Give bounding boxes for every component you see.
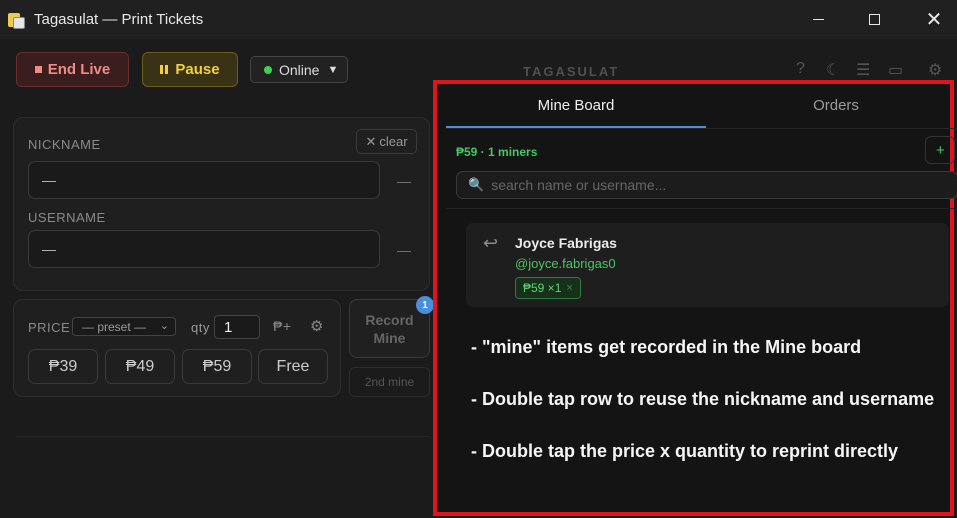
second-mine-button[interactable]: 2nd mine — [349, 367, 430, 397]
miner-name: Joyce Fabrigas — [515, 235, 617, 251]
price-qty-chip[interactable]: ₱59 ×1 × — [515, 277, 581, 299]
mine-board-panel: Mine Board Orders ₱59 · 1 miners + 🔍 sea… — [433, 80, 957, 516]
end-live-label: End Live — [47, 61, 111, 78]
miner-username: @joyce.fabrigas0 — [515, 256, 616, 271]
nickname-input[interactable]: — — [28, 161, 380, 199]
record-label-2: Mine — [373, 329, 406, 346]
list-divider — [446, 208, 957, 209]
qty-value: 1 — [224, 318, 233, 336]
tab-mine-board[interactable]: Mine Board — [446, 84, 706, 126]
clear-button[interactable]: ✕ clear — [356, 129, 417, 154]
search-placeholder: search name or username... — [491, 177, 667, 193]
chip-remove-icon[interactable]: × — [566, 282, 572, 294]
settings-icon[interactable]: ⚙ — [928, 60, 942, 80]
list-item[interactable]: ↩ Joyce Fabrigas @joyce.fabrigas0 ₱59 ×1… — [466, 223, 949, 307]
moon-icon[interactable]: ☾ — [826, 60, 840, 80]
qty-label: qty — [191, 320, 210, 335]
clear-label: clear — [379, 134, 408, 149]
minimize-icon — [812, 19, 824, 20]
status-label: Online — [279, 61, 320, 78]
username-label: USERNAME — [28, 210, 106, 225]
status-dropdown[interactable]: Online ▼ — [250, 56, 348, 83]
gear-icon[interactable]: ⚙ — [310, 317, 324, 335]
add-button[interactable]: + — [925, 136, 955, 164]
end-live-button[interactable]: End Live — [16, 52, 129, 87]
note-3: - Double tap the price x quantity to rep… — [471, 441, 899, 461]
nickname-label: NICKNAME — [28, 137, 101, 152]
chip-label: ₱59 ×1 — [523, 281, 562, 295]
nickname-side-dash: — — [397, 173, 411, 189]
instruction-notes: - "mine" items get recorded in the Mine … — [471, 334, 941, 490]
pause-button[interactable]: Pause — [142, 52, 238, 87]
title-bar: Tagasulat — Print Tickets ✕ — [0, 0, 957, 39]
caret-down-icon: ▼ — [327, 63, 339, 76]
board-summary: ₱59 · 1 miners — [456, 145, 538, 159]
note-2: - Double tap row to reuse the nickname a… — [471, 389, 935, 409]
preset-select[interactable]: — preset — ⌄ — [72, 317, 176, 336]
nickname-value: — — [42, 172, 56, 188]
tab-divider — [446, 128, 957, 129]
username-input[interactable]: — — [28, 230, 380, 268]
pause-label: Pause — [175, 61, 220, 78]
printer-icon[interactable]: ▭ — [888, 60, 903, 80]
count-badge: 1 — [416, 296, 434, 314]
maximize-button[interactable] — [851, 0, 897, 39]
maximize-icon — [868, 14, 880, 25]
price-button-49[interactable]: ₱49 — [105, 349, 175, 384]
divider — [16, 436, 430, 437]
preset-value: — preset — — [82, 319, 147, 334]
minimize-button[interactable] — [795, 0, 841, 39]
help-icon[interactable]: ? — [796, 60, 805, 78]
qty-input[interactable]: 1 — [214, 315, 260, 339]
window-title: Tagasulat — Print Tickets — [34, 11, 204, 28]
price-button-free[interactable]: Free — [258, 349, 328, 384]
tab-orders[interactable]: Orders — [706, 84, 957, 126]
add-price-button[interactable]: ₱+ — [273, 318, 292, 334]
record-label-1: Record — [365, 311, 414, 328]
pause-icon — [160, 65, 169, 74]
identity-panel: NICKNAME ✕ clear — — USERNAME — — — [13, 117, 430, 291]
username-value: — — [42, 241, 56, 257]
price-panel: PRICE — preset — ⌄ qty 1 ₱+ ⚙ ₱39 ₱49 ₱5… — [13, 299, 341, 397]
close-icon: ✕ — [365, 133, 377, 149]
username-side-dash: — — [397, 242, 411, 258]
reuse-arrow-icon[interactable]: ↩ — [483, 233, 498, 254]
chevron-down-icon: ⌄ — [159, 320, 169, 332]
close-icon: ✕ — [925, 9, 943, 31]
price-label: PRICE — [28, 320, 71, 335]
stop-icon — [34, 66, 42, 73]
app-icon — [8, 11, 26, 29]
status-dot-icon — [264, 65, 272, 74]
menu-icon[interactable]: ☰ — [856, 60, 870, 80]
price-button-39[interactable]: ₱39 — [28, 349, 98, 384]
close-button[interactable]: ✕ — [911, 0, 957, 39]
note-1: - "mine" items get recorded in the Mine … — [471, 337, 862, 357]
search-input[interactable]: 🔍 search name or username... — [456, 171, 957, 199]
brand-logo: TAGASULAT — [523, 64, 620, 79]
price-button-59[interactable]: ₱59 — [182, 349, 252, 384]
search-icon: 🔍 — [468, 177, 485, 192]
